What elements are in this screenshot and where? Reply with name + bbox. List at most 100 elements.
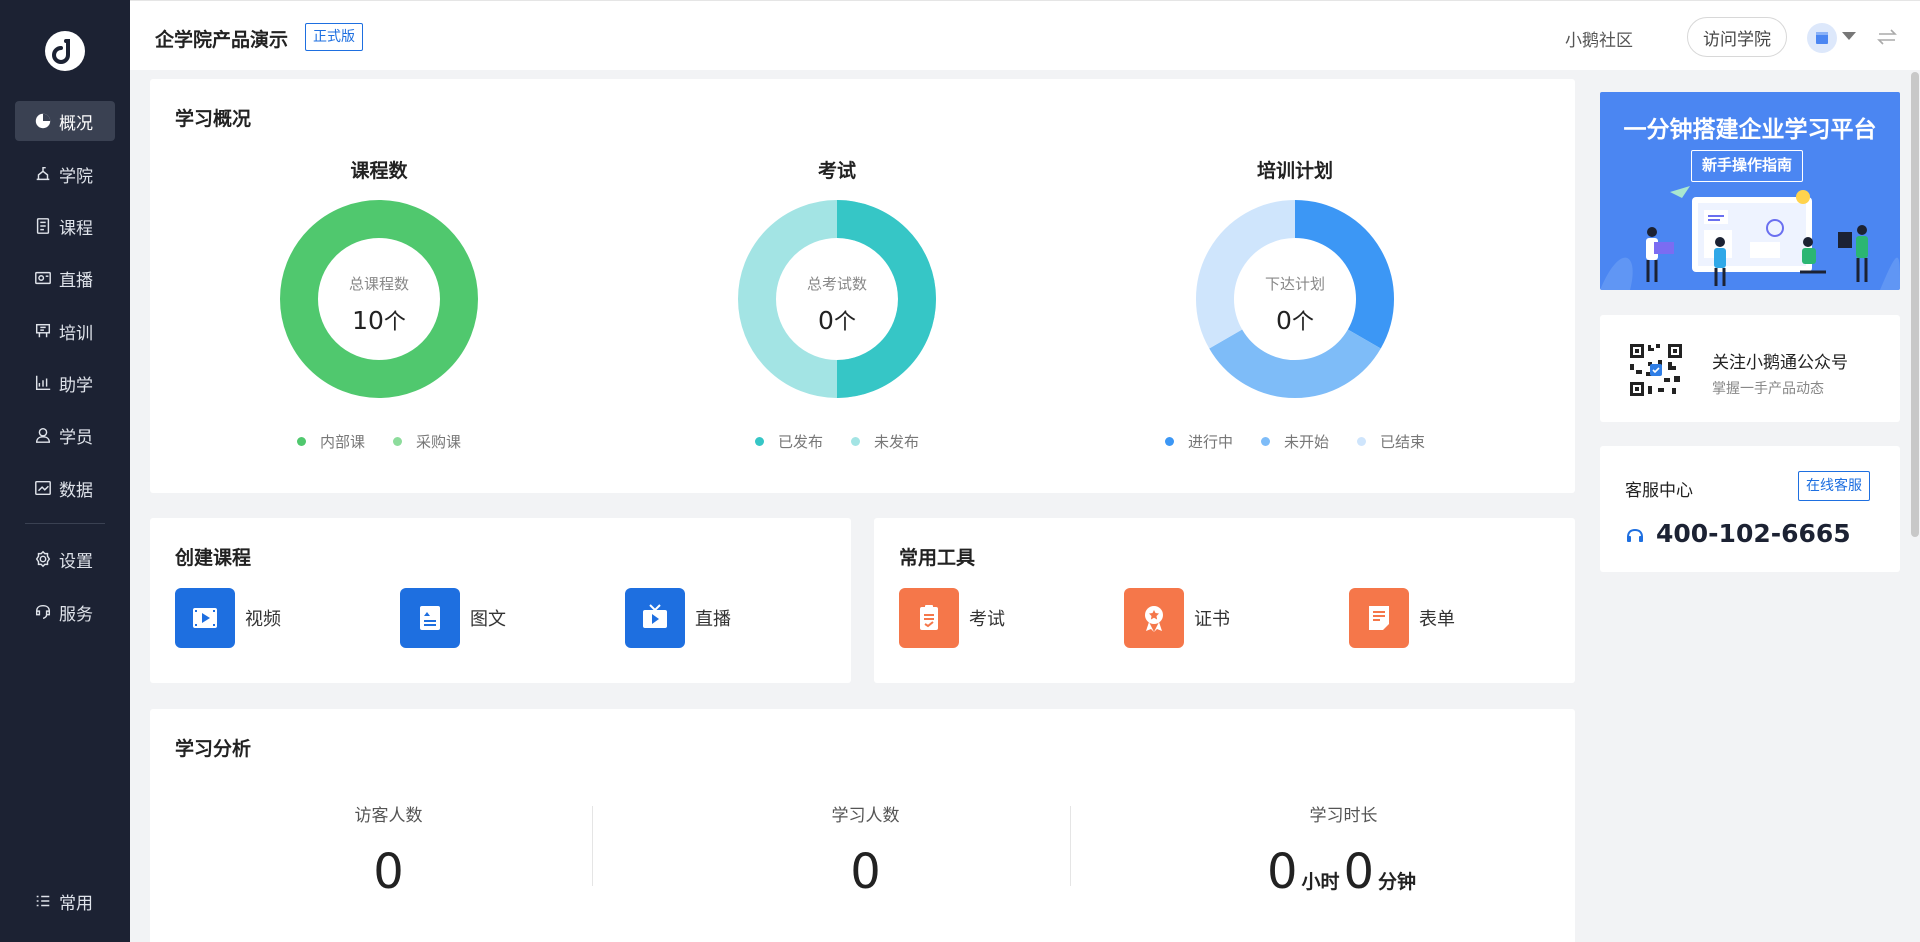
tool-certificate-button[interactable]: 证书 — [1124, 588, 1230, 648]
version-badge: 正式版 — [305, 23, 363, 51]
logo[interactable] — [45, 31, 85, 71]
stat-label: 学习人数 — [831, 806, 900, 826]
legend-dot — [296, 437, 306, 446]
tool-label: 视频 — [245, 609, 281, 630]
legend-dot — [1260, 437, 1270, 446]
live-tv-icon — [625, 588, 685, 648]
sidebar-item-label: 服务 — [59, 604, 93, 625]
legend-dot — [754, 437, 764, 446]
service-phone: 400-102-6665 — [1656, 519, 1851, 548]
legend-item[interactable]: 未发布 — [851, 431, 919, 452]
sidebar-item-assist[interactable]: 助学 — [15, 363, 115, 403]
chevron-down-icon[interactable] — [1842, 32, 1856, 40]
analysis-card: 学习分析 访客人数 0 学习人数 0 学习时长 0 小时0 分钟 — [150, 709, 1575, 942]
training-icon — [33, 321, 53, 341]
donut-chart — [280, 200, 478, 398]
tool-label: 图文 — [470, 609, 506, 630]
donut-center-label: 下达计划 — [1264, 275, 1325, 293]
form-icon — [1349, 588, 1409, 648]
sidebar-item-label: 助学 — [59, 375, 93, 396]
tool-form-button[interactable]: 表单 — [1349, 588, 1455, 648]
create-live-button[interactable]: 直播 — [625, 588, 731, 648]
wechat-title: 关注小鹅通公众号 — [1712, 353, 1848, 373]
common-tools-title: 常用工具 — [899, 547, 976, 569]
donut-center-label: 总课程数 — [348, 275, 409, 293]
legend-dot — [851, 437, 860, 446]
tool-exam-button[interactable]: 考试 — [899, 588, 1005, 648]
chart-legend: 已发布 未发布 — [608, 431, 1066, 452]
stat-value: 0 — [373, 844, 404, 900]
overview-card: 学习概况 课程数 总课程数 10个 内部课 采购课 考试 总考试数 0个 已发布… — [150, 79, 1575, 493]
user-icon — [33, 425, 53, 445]
sidebar-item-label: 学员 — [59, 427, 93, 448]
visit-academy-button[interactable]: 访问学院 — [1687, 17, 1787, 57]
visitor-count-stat: 访客人数 0 — [150, 801, 627, 900]
legend-item[interactable]: 已发布 — [754, 431, 823, 452]
sidebar-item-label: 常用 — [59, 893, 93, 914]
donut-segment-not-started — [1209, 328, 1381, 398]
chart-title: 课程数 — [350, 160, 408, 182]
learner-count-stat: 学习人数 0 — [627, 801, 1104, 900]
sidebar-item-overview[interactable]: 概况 — [15, 101, 115, 141]
image-text-icon — [400, 588, 460, 648]
learning-duration-stat: 学习时长 0 小时0 分钟 — [1105, 801, 1582, 900]
sidebar-item-course[interactable]: 课程 — [15, 206, 115, 246]
sidebar-item-label: 学院 — [59, 166, 93, 187]
qr-code-icon[interactable] — [1628, 342, 1684, 398]
legend-item[interactable]: 采购课 — [393, 431, 461, 452]
legend-item[interactable]: 已结束 — [1357, 431, 1425, 452]
create-article-button[interactable]: 图文 — [400, 588, 506, 648]
donut-center-label: 总考试数 — [806, 275, 867, 293]
wechat-card: 关注小鹅通公众号 掌握一手产品动态 — [1600, 315, 1900, 422]
create-video-button[interactable]: 视频 — [175, 588, 281, 648]
store-icon[interactable] — [1807, 23, 1837, 53]
sidebar-item-service[interactable]: 服务 — [15, 592, 115, 632]
service-title: 客服中心 — [1625, 481, 1693, 501]
training-plan-chart: 培训计划 下达计划 0个 进行中 未开始 已结束 — [1066, 79, 1524, 499]
sidebar-item-training[interactable]: 培训 — [15, 311, 115, 351]
sidebar-item-label: 数据 — [59, 480, 93, 501]
chart-legend: 内部课 采购课 — [150, 431, 608, 452]
sidebar-item-common[interactable]: 常用 — [15, 881, 115, 921]
analysis-title: 学习分析 — [175, 738, 252, 760]
chart-icon — [33, 373, 53, 393]
sidebar-item-settings[interactable]: 设置 — [15, 539, 115, 579]
promo-banner[interactable]: 一分钟搭建企业学习平台 新手操作指南 — [1600, 92, 1900, 290]
donut-chart — [738, 200, 936, 398]
top-header: 企学院产品演示 正式版 小鹅社区 访问学院 — [130, 0, 1920, 70]
sidebar-item-student[interactable]: 学员 — [15, 415, 115, 455]
sidebar-item-label: 概况 — [59, 113, 93, 134]
headset-icon — [1627, 528, 1643, 542]
legend-dot — [1164, 437, 1174, 446]
donut-center-value: 0个 — [1276, 306, 1314, 335]
legend-item[interactable]: 未开始 — [1260, 431, 1329, 452]
exam-icon — [899, 588, 959, 648]
sidebar-item-live[interactable]: 直播 — [15, 258, 115, 298]
customer-service-card: 客服中心 在线客服 400-102-6665 — [1600, 446, 1900, 572]
tool-label: 考试 — [969, 609, 1005, 630]
stat-divider — [592, 806, 593, 886]
stat-value: 0 — [850, 844, 881, 900]
community-link[interactable]: 小鹅社区 — [1565, 26, 1633, 51]
legend-item[interactable]: 进行中 — [1164, 431, 1233, 452]
chart-legend: 进行中 未开始 已结束 — [1066, 431, 1524, 452]
switch-arrows-icon[interactable] — [1875, 25, 1899, 49]
sidebar-divider — [25, 523, 105, 524]
legend-item[interactable]: 内部课 — [296, 431, 365, 452]
tool-label: 证书 — [1194, 609, 1230, 630]
chart-title: 培训计划 — [1256, 160, 1333, 182]
scrollbar-thumb[interactable] — [1911, 72, 1919, 537]
sidebar-item-label: 课程 — [59, 218, 93, 239]
sidebar-item-academy[interactable]: 学院 — [15, 154, 115, 194]
donut-center-value: 10个 — [352, 306, 406, 335]
banner-illustration — [1600, 186, 1900, 290]
data-icon — [33, 478, 53, 498]
video-icon — [175, 588, 235, 648]
online-service-button[interactable]: 在线客服 — [1798, 471, 1870, 501]
exam-chart: 考试 总考试数 0个 已发布 未发布 — [608, 79, 1066, 499]
sidebar-item-data[interactable]: 数据 — [15, 468, 115, 508]
page-scrollbar[interactable] — [1910, 72, 1920, 942]
sidebar-item-label: 直播 — [59, 270, 93, 291]
donut-chart — [1196, 200, 1394, 398]
academy-icon — [33, 164, 53, 184]
